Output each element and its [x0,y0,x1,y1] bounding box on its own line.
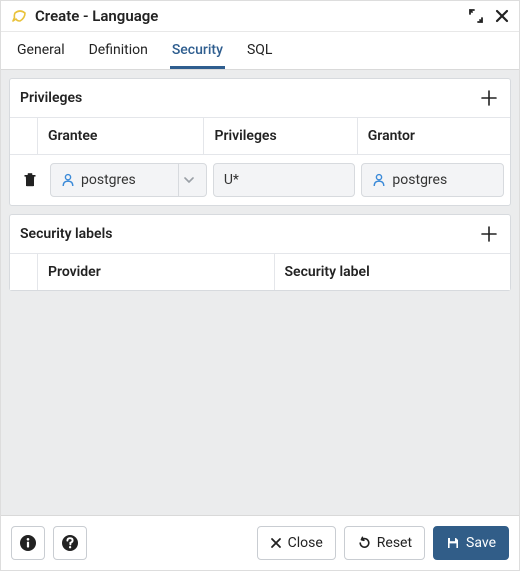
help-button[interactable] [53,526,87,560]
chevron-down-icon[interactable] [178,164,200,196]
privileges-value: U* [224,172,345,188]
reset-label: Reset [377,535,412,551]
close-label: Close [288,535,323,551]
col-header-security-label: Security label [275,254,511,290]
user-icon [372,173,386,187]
col-header-provider: Provider [38,254,275,290]
grantee-select[interactable]: postgres [50,163,207,197]
col-header-grantee: Grantee [38,118,204,154]
tab-security[interactable]: Security [170,32,225,69]
tab-definition[interactable]: Definition [87,32,150,69]
reset-button[interactable]: Reset [344,526,425,560]
grantee-value: postgres [81,172,168,188]
user-icon [61,173,75,187]
expand-icon[interactable] [469,9,483,23]
delete-row-button[interactable] [16,172,44,188]
privileges-field[interactable]: U* [213,163,356,197]
info-button[interactable] [11,526,45,560]
security-labels-section: Security labels Provider Security label [9,214,511,291]
save-button[interactable]: Save [433,526,509,560]
privileges-add-button[interactable] [478,87,500,109]
security-labels-title: Security labels [20,226,112,242]
col-header-grantor: Grantor [358,118,510,154]
privileges-title: Privileges [20,90,82,106]
col-header-privileges: Privileges [204,118,357,154]
footer: Close Reset Save [1,515,519,570]
tab-general[interactable]: General [15,32,67,69]
dialog-title: Create - Language [35,7,469,25]
close-button[interactable]: Close [257,526,336,560]
close-icon[interactable] [495,9,509,23]
privileges-row: postgres U* [10,154,510,205]
security-labels-add-button[interactable] [478,223,500,245]
privileges-section: Privileges Grantee Privileges Grantor [9,78,511,206]
body-panel: Privileges Grantee Privileges Grantor [1,70,519,515]
tab-sql[interactable]: SQL [245,32,274,69]
tab-bar: General Definition Security SQL [1,32,519,70]
grantor-field[interactable]: postgres [361,163,504,197]
title-bar: Create - Language [1,1,519,32]
grantor-value: postgres [392,172,493,188]
save-label: Save [466,535,496,551]
language-icon [11,9,29,23]
